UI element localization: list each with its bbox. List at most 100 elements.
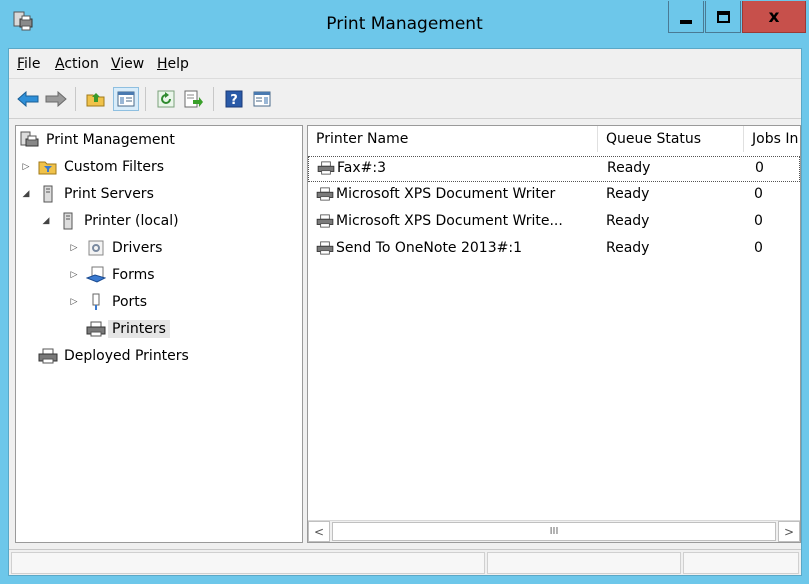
chevron-right-icon: > — [783, 524, 795, 539]
tree-item-label: Printers — [108, 320, 170, 338]
drivers-icon — [86, 239, 106, 257]
back-arrow-icon — [17, 91, 39, 107]
title-bar[interactable]: Print Management x — [0, 0, 809, 48]
collapse-arrow-icon[interactable]: ◢ — [40, 216, 52, 226]
collapse-arrow-icon[interactable]: ◢ — [20, 189, 32, 199]
queue-status-cell: Ready — [607, 160, 651, 176]
minimize-button[interactable] — [668, 1, 704, 33]
help-button[interactable]: ? — [221, 87, 247, 111]
tree-item-label: Drivers — [112, 240, 163, 256]
printer-name-cell: Fax#:3 — [317, 160, 386, 176]
expand-arrow-icon[interactable]: ▷ — [68, 243, 80, 253]
list-item[interactable]: Microsoft XPS Document Writer Ready 0 — [308, 183, 800, 209]
tree-item-printer-local[interactable]: ◢ Printer (local) — [40, 209, 179, 233]
minimize-icon — [680, 19, 692, 24]
chevron-left-icon: < — [313, 524, 325, 539]
console-tree[interactable]: Print Management ▷ Custom Filters ◢ Prin… — [15, 125, 303, 543]
scroll-right-button[interactable]: > — [778, 521, 800, 542]
tree-item-print-management[interactable]: Print Management — [20, 128, 175, 152]
menu-help-label: Help — [157, 56, 189, 72]
printer-name: Microsoft XPS Document Write... — [336, 213, 563, 229]
list-item[interactable]: Send To OneNote 2013#:1 Ready 0 — [308, 237, 800, 263]
tree-item-custom-filters[interactable]: ▷ Custom Filters — [20, 155, 165, 179]
back-button[interactable] — [15, 87, 41, 111]
status-segment — [683, 552, 799, 574]
tree-item-label: Print Management — [46, 132, 175, 148]
printer-name: Fax#:3 — [337, 160, 386, 176]
ports-icon — [86, 293, 106, 311]
horizontal-scrollbar[interactable]: < III > — [308, 520, 800, 542]
print-management-icon — [20, 131, 40, 149]
expand-arrow-icon[interactable]: ▷ — [68, 270, 80, 280]
scrollbar-thumb[interactable]: III — [332, 522, 776, 541]
column-header-label: Printer Name — [316, 131, 409, 147]
show-hide-action-pane-button[interactable] — [249, 87, 275, 111]
jobs-in-cell: 0 — [754, 213, 763, 229]
refresh-button[interactable] — [153, 87, 179, 111]
tree-item-label: Forms — [112, 267, 155, 283]
list-item[interactable]: Fax#:3 Ready 0 — [308, 156, 800, 182]
printer-icon — [86, 320, 106, 338]
maximize-button[interactable] — [705, 1, 741, 33]
tree-item-label: Printer (local) — [84, 213, 179, 229]
print-management-window: Print Management x File Action View Help — [0, 0, 809, 584]
toolbar-separator — [213, 87, 214, 111]
menu-bar: File Action View Help — [9, 49, 801, 79]
export-list-icon — [184, 90, 203, 108]
printer-icon — [316, 214, 334, 228]
up-folder-icon — [86, 93, 105, 107]
menu-file-label: File — [17, 56, 41, 72]
queue-status-cell: Ready — [606, 213, 650, 229]
printer-list[interactable]: Printer Name Queue Status Jobs In Fax#:3… — [307, 125, 801, 543]
list-item[interactable]: Microsoft XPS Document Write... Ready 0 — [308, 210, 800, 236]
printer-name: Microsoft XPS Document Writer — [336, 186, 556, 202]
tree-item-print-servers[interactable]: ◢ Print Servers — [20, 182, 154, 206]
export-list-button[interactable] — [181, 87, 207, 111]
server-icon — [58, 212, 78, 230]
forward-button[interactable] — [43, 87, 69, 111]
printer-icon — [316, 241, 334, 255]
tree-item-label: Custom Filters — [64, 159, 165, 175]
menu-view[interactable]: View — [111, 56, 144, 72]
toolbar-separator — [75, 87, 76, 111]
expand-arrow-icon[interactable]: ▷ — [20, 162, 32, 172]
jobs-in-cell: 0 — [755, 160, 764, 176]
column-header-printer-name[interactable]: Printer Name — [308, 126, 598, 152]
queue-status-cell: Ready — [606, 186, 650, 202]
tree-item-deployed-printers[interactable]: Deployed Printers — [38, 344, 189, 368]
grip-icon: III — [549, 526, 559, 537]
close-button[interactable]: x — [742, 1, 806, 33]
queue-status-cell: Ready — [606, 240, 650, 256]
column-header-queue-status[interactable]: Queue Status — [598, 126, 744, 152]
expand-arrow-icon[interactable]: ▷ — [68, 297, 80, 307]
tree-item-printers[interactable]: Printers — [86, 317, 170, 341]
close-icon: x — [768, 6, 780, 27]
menu-help[interactable]: Help — [157, 56, 189, 72]
show-hide-tree-icon — [117, 91, 135, 107]
help-icon: ? — [225, 90, 243, 108]
client-area: File Action View Help ? Print Management… — [8, 48, 802, 576]
column-header-jobs-in[interactable]: Jobs In — [744, 126, 800, 152]
jobs-in-cell: 0 — [754, 240, 763, 256]
printer-name: Send To OneNote 2013#:1 — [336, 240, 522, 256]
jobs-in-cell: 0 — [754, 186, 763, 202]
tree-item-label: Ports — [112, 294, 148, 310]
up-one-level-button[interactable] — [83, 87, 109, 111]
printer-icon — [316, 187, 334, 201]
tree-item-forms[interactable]: ▷ Forms — [68, 263, 155, 287]
menu-action[interactable]: Action — [55, 56, 99, 72]
printer-name-cell: Microsoft XPS Document Write... — [316, 213, 563, 229]
menu-action-label: Action — [55, 56, 99, 72]
menu-file[interactable]: File — [17, 56, 40, 72]
refresh-icon — [157, 90, 175, 108]
svg-text:?: ? — [230, 93, 238, 108]
tree-item-drivers[interactable]: ▷ Drivers — [68, 236, 163, 260]
printer-name-cell: Microsoft XPS Document Writer — [316, 186, 555, 202]
forms-icon — [86, 266, 106, 284]
server-icon — [38, 185, 58, 203]
scroll-left-button[interactable]: < — [308, 521, 330, 542]
show-hide-console-tree-button[interactable] — [113, 87, 139, 111]
status-bar — [9, 549, 801, 575]
tree-item-ports[interactable]: ▷ Ports — [68, 290, 147, 314]
column-header-label: Jobs In — [752, 131, 799, 147]
